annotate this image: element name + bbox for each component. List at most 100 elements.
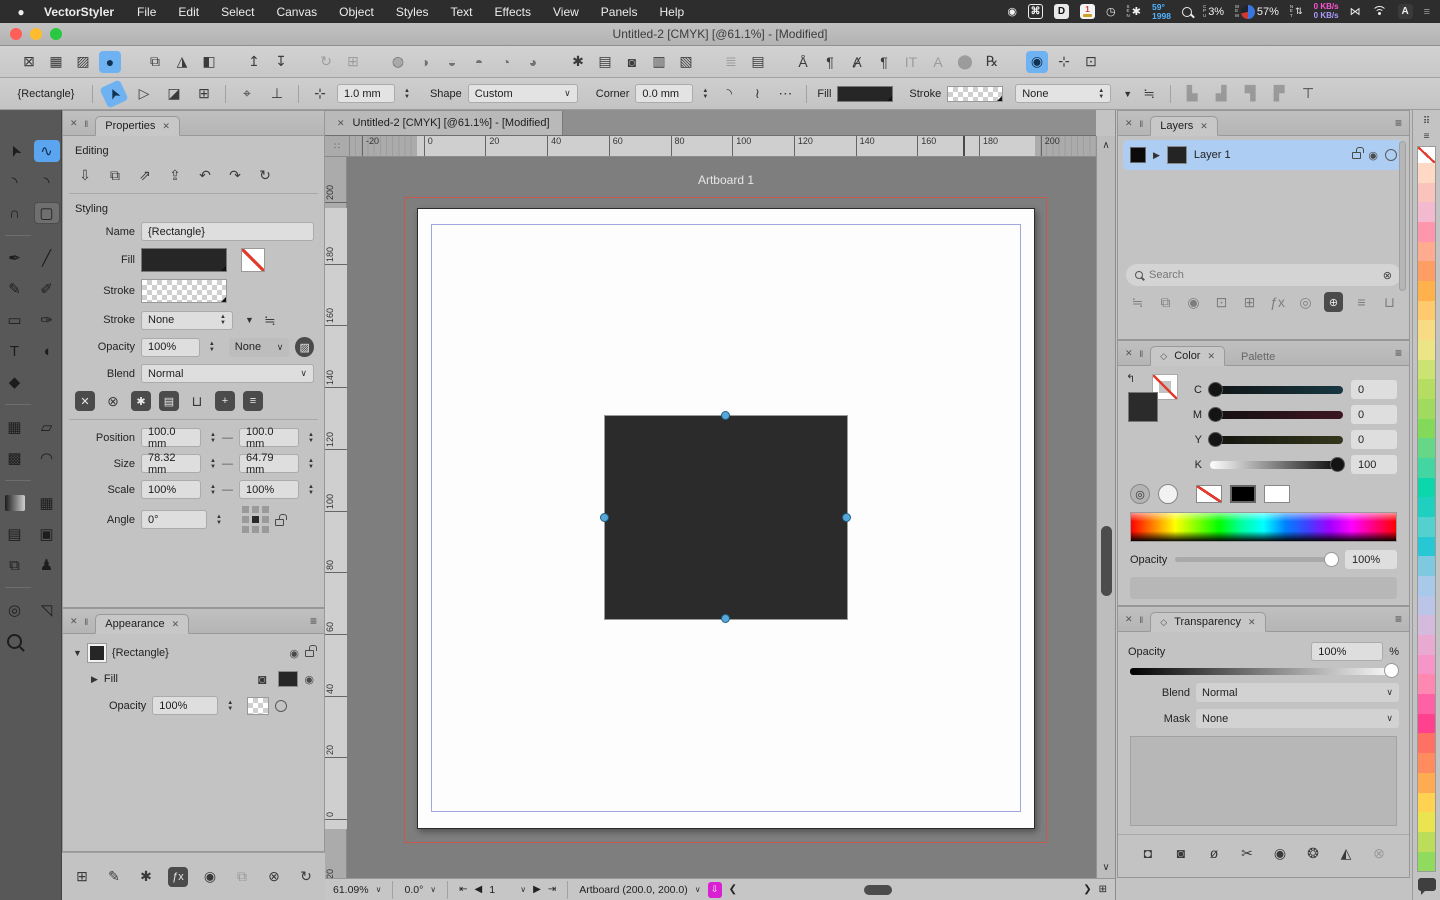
toolbar-icon[interactable] [297,51,310,73]
next-page-icon[interactable]: ▶ [533,884,541,895]
toolbar-icon[interactable] [774,51,787,73]
color-swatch[interactable] [1418,419,1435,439]
corner-stepper[interactable]: ▲▼ [702,88,708,100]
duplicate-layer-icon[interactable]: ⧉ [1156,292,1175,312]
style-presets-icon[interactable]: ▤ [159,391,179,411]
clip-mask-icon[interactable]: ◭ [1336,843,1356,863]
memory-monitor[interactable]: MEM57% [1235,5,1279,19]
close-panel-icon[interactable]: ✕ [1125,348,1133,359]
color-swatch[interactable] [1418,852,1435,872]
ruby-text-icon[interactable]: ℞ [981,51,1003,73]
channel-y-value[interactable]: 0 [1351,430,1397,449]
panel-menu-icon[interactable]: ≡ [310,614,317,628]
menu-item[interactable]: Panels [590,5,649,19]
menu-item[interactable]: File [126,5,167,19]
artboard-select-tool-icon[interactable]: ⊞ [193,83,215,105]
line-tool[interactable]: ╱ [34,247,60,269]
color-swatch[interactable] [1418,537,1435,557]
close-tab-icon[interactable]: ✕ [1207,351,1215,362]
channel-y-slider[interactable] [1210,436,1343,444]
selection-handle-bottom[interactable] [721,614,730,623]
direct-select-tool-icon[interactable]: ▷ [133,83,155,105]
node-tool[interactable]: ∿ [34,140,60,162]
bowtie-app-icon[interactable]: ⋈ [1350,5,1361,18]
opacity-preset-select[interactable]: None∨ [229,338,290,357]
pattern-fill-icon[interactable]: ▦ [45,51,67,73]
text-orientation-icon[interactable]: ⊤ [1297,83,1319,105]
corner-tool[interactable]: ◹ [34,599,60,621]
color-swatch[interactable] [1418,478,1435,498]
layer-color-swatch[interactable] [1130,147,1146,163]
fill-color-swatch[interactable] [141,248,227,272]
selected-rectangle[interactable] [605,416,847,619]
hide-mask-icon[interactable]: ø [1204,843,1224,863]
color-swatch[interactable] [1418,793,1435,813]
last-color-circle[interactable] [1158,484,1178,504]
color-swatch[interactable] [1418,556,1435,576]
stroke-style-select[interactable]: None▲▼ [1015,84,1111,103]
mask-view-icon[interactable]: ◘ [1138,843,1158,863]
scroll-left-icon[interactable]: ❮ [729,884,737,895]
channel-c-value[interactable]: 0 [1351,380,1397,399]
color-swatch[interactable] [1418,517,1435,537]
zoom-level[interactable]: 61.09% [333,884,369,896]
shape-divide-icon[interactable]: ◔ [495,51,517,73]
scale-y-field[interactable]: 100% [239,480,299,499]
layer-target-circle[interactable] [1385,149,1397,161]
layer-row[interactable]: ▶ Layer 1 ◉ [1123,140,1404,170]
export-artboard-icon[interactable]: ⊠ [18,51,40,73]
menu-list-icon[interactable]: ≡ [1424,6,1430,18]
italic-style-icon[interactable]: IT [900,51,922,73]
tab-layers[interactable]: Layers✕ [1150,116,1218,136]
hatch-fill-icon[interactable]: ▨ [72,51,94,73]
clock-icon[interactable]: ◷ [1106,5,1116,18]
color-swatch[interactable] [1418,635,1435,655]
blob-shape-icon[interactable]: ⬤ [954,51,976,73]
opacity-link-icon[interactable] [275,700,287,712]
last-page-icon[interactable]: ⇥ [548,884,556,895]
close-tab-icon[interactable]: ✕ [162,121,170,132]
fill-visibility-icon[interactable]: ◉ [304,673,314,686]
effects-icon[interactable]: ƒx [168,867,188,887]
color-swatch[interactable] [1418,714,1435,734]
color-swatch[interactable] [1418,615,1435,635]
unlink-mask-icon[interactable]: ✂ [1237,843,1257,863]
add-style-icon[interactable]: + [215,391,235,411]
spotlight-search-icon[interactable] [1182,7,1192,17]
tab-color[interactable]: ◇Color✕ [1150,346,1225,366]
knockout-icon[interactable]: ◉ [1270,843,1290,863]
delete-layer-icon[interactable]: ⊔ [1380,292,1399,312]
channel-c-slider[interactable] [1210,386,1343,394]
color-swatch[interactable] [1418,163,1435,183]
color-swatch[interactable] [1418,281,1435,301]
panel-menu-icon[interactable]: ≡ [1395,116,1402,130]
weather-widget[interactable]: 59°1998 [1152,3,1171,20]
swap-colors-icon[interactable]: ↰ [1126,372,1135,385]
paragraph-panel-icon[interactable]: ▤ [747,51,769,73]
white-color-swatch[interactable] [1264,485,1290,503]
sensor-gear-icon[interactable]: SEN✱ [1127,5,1141,19]
replace-item-icon[interactable]: ↻ [296,867,316,887]
layout-doc-icon[interactable]: ▧ [675,51,697,73]
dock-app-icon[interactable]: D [1054,4,1069,19]
selection-handle-top[interactable] [721,411,730,420]
close-panel-icon[interactable]: ✕ [70,118,78,129]
new-item-icon[interactable]: ⊞ [72,867,92,887]
clear-search-icon[interactable]: ⊗ [1383,269,1392,282]
glyphs-icon[interactable]: A [927,51,949,73]
canvas-viewport[interactable]: 20018016014012010080604020020 Artboard 1 [325,157,1096,878]
clear-style-icon[interactable]: ✕ [75,391,95,411]
tool[interactable] [5,587,31,588]
new-view-icon[interactable]: ⊞ [1099,884,1107,895]
shape-subtract-icon[interactable]: ◑ [414,51,436,73]
transparency-opacity-slider[interactable] [1130,668,1397,675]
move-distance-icon[interactable]: ⊹ [309,83,331,105]
stroke-swatch[interactable] [947,86,1003,102]
appearance-fill-swatch[interactable] [278,671,298,687]
no-fill-swatch[interactable] [241,248,265,272]
expand-arrow-icon[interactable]: ▼ [73,648,82,658]
close-window-button[interactable] [10,28,22,40]
align-center-icon[interactable]: ▟ [1210,83,1232,105]
vertical-scrollbar[interactable]: ∧ ∨ [1096,136,1115,878]
texture-opacity-icon[interactable]: ▨ [295,337,314,357]
